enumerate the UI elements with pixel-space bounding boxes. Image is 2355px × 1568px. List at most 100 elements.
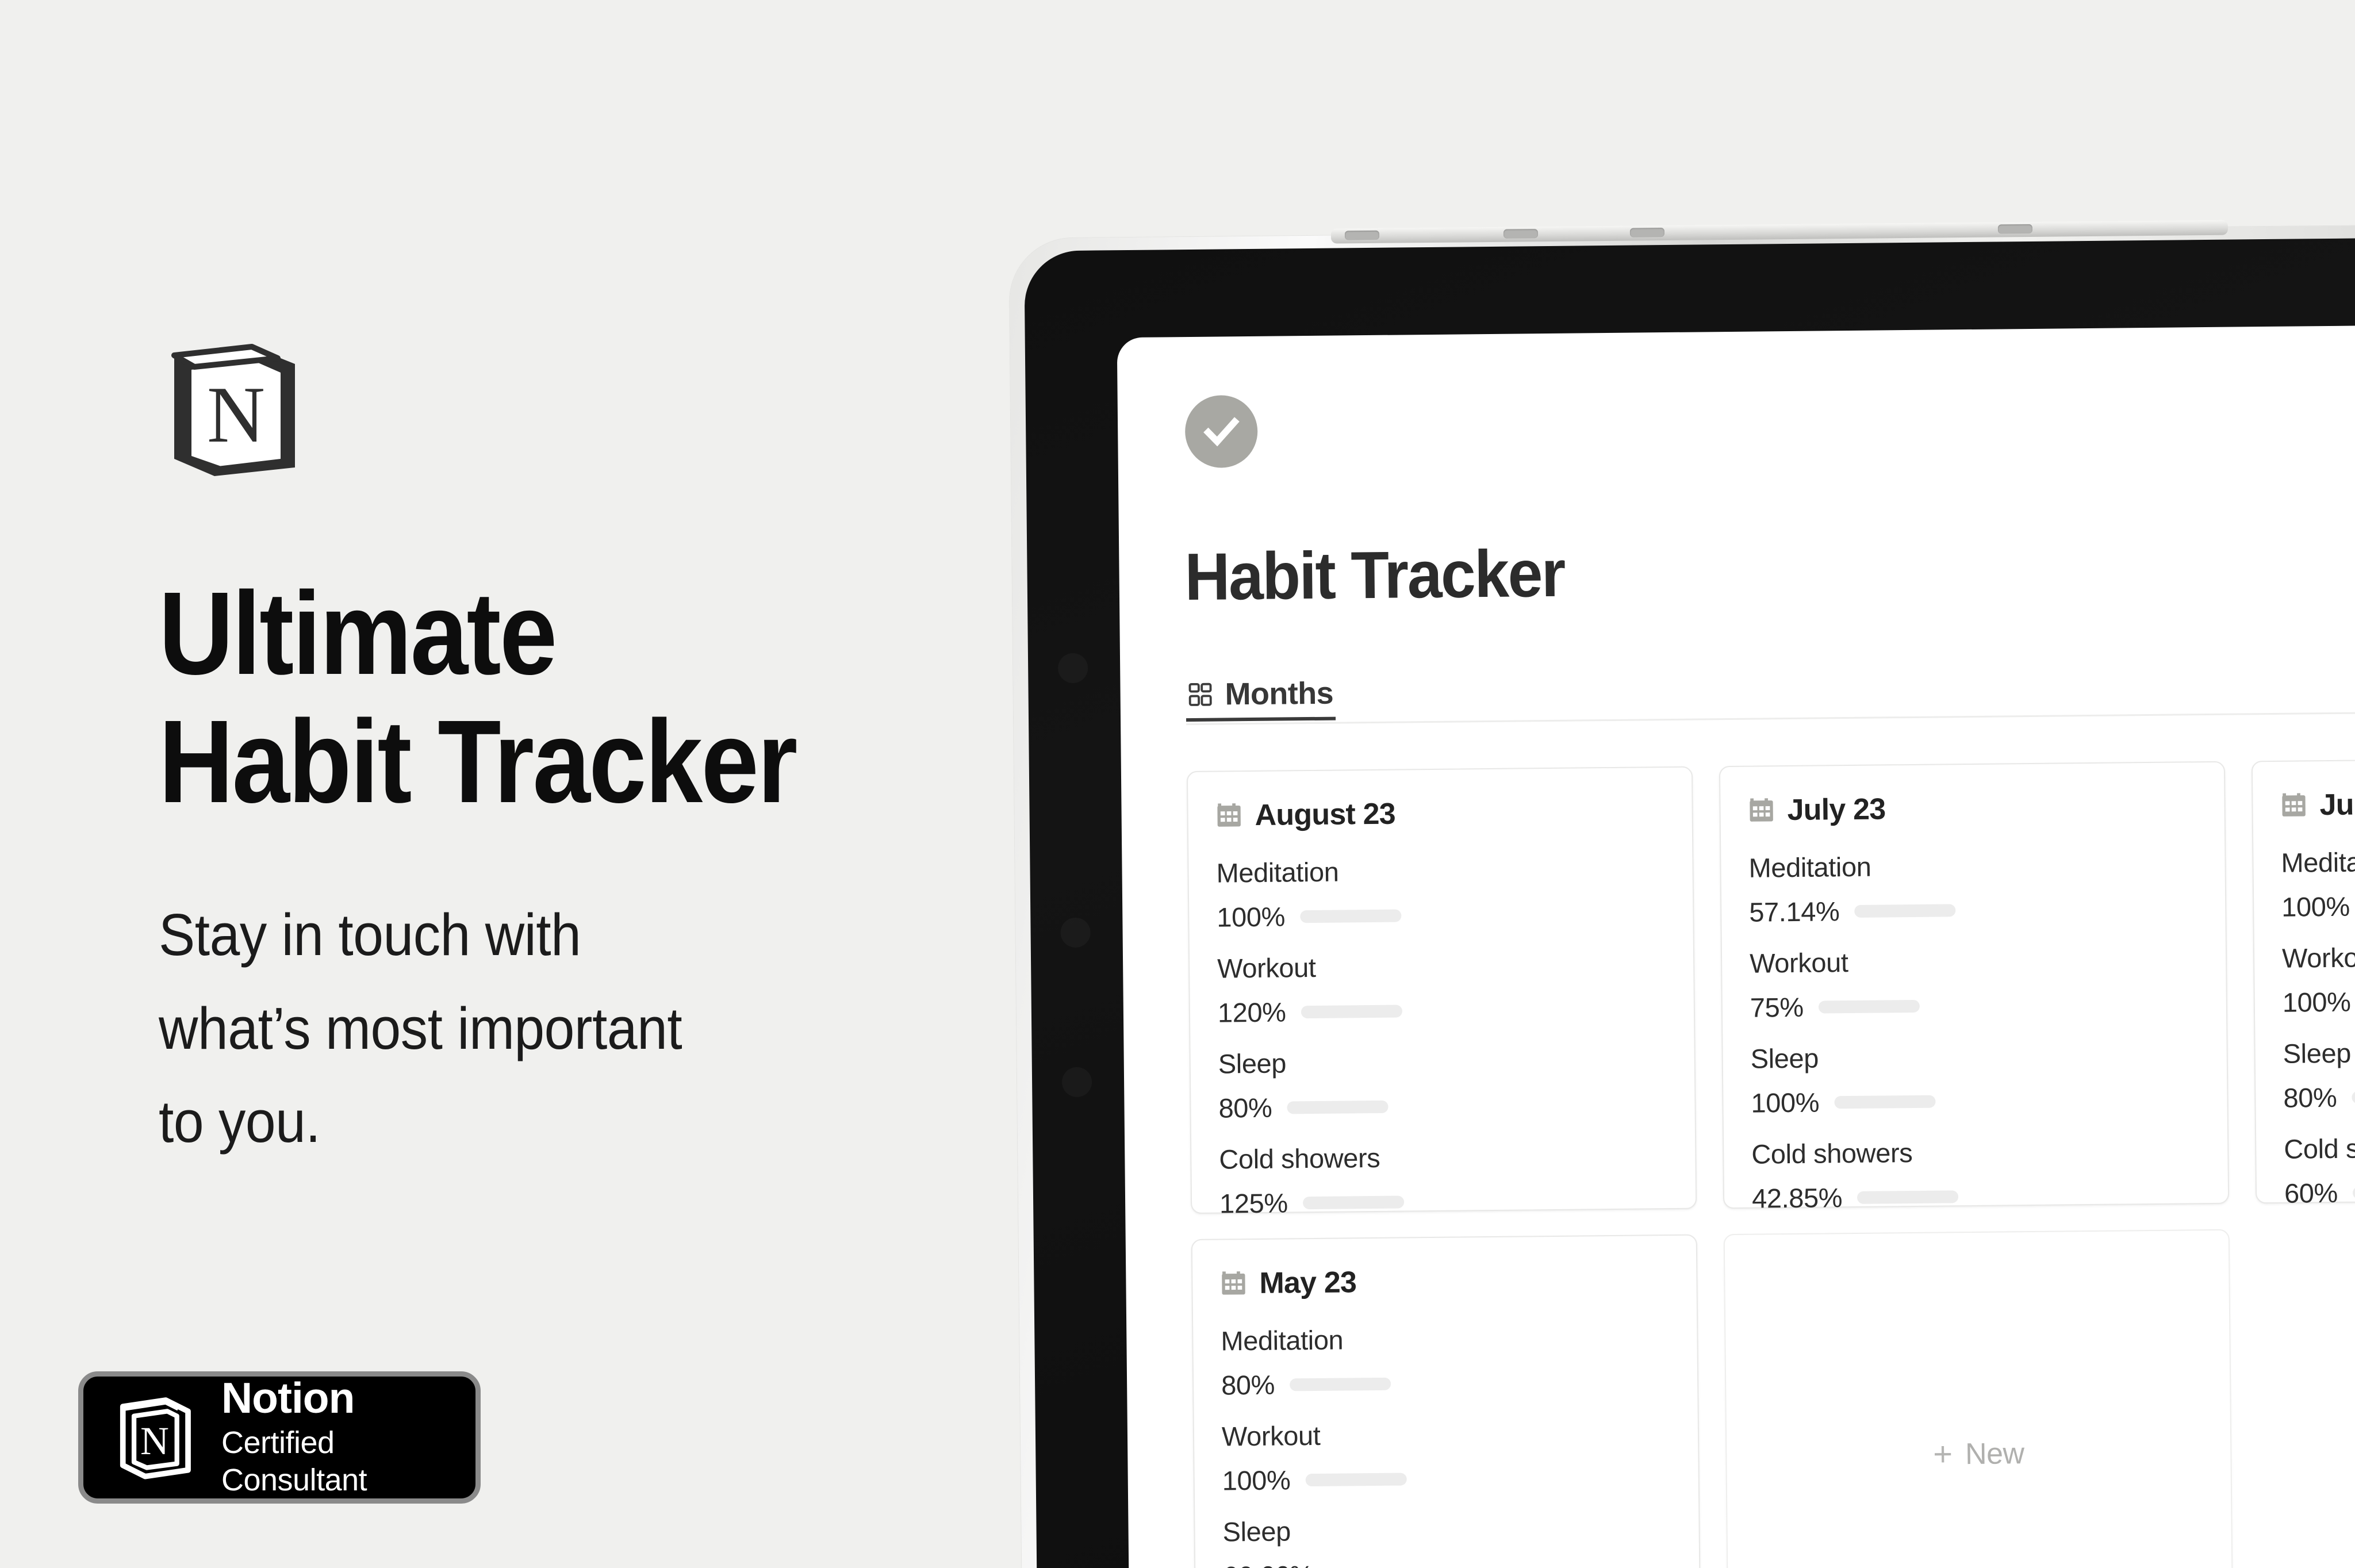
notion-certified-consultant-badge: N Notion Certified Consultant <box>78 1371 481 1504</box>
card-header: July 23 <box>1748 789 2197 827</box>
svg-text:N: N <box>140 1419 169 1463</box>
habit-progress-row: 80% <box>1221 1365 1670 1401</box>
habit-progress-bar <box>2352 1090 2355 1104</box>
habit-label: Cold showers <box>1219 1142 1380 1175</box>
tablet-top-button-3 <box>1629 228 1665 237</box>
habit-label: Workout <box>1749 947 1848 979</box>
tablet-bezel: Habit Tracker Months August 23 Meditatio… <box>1024 237 2355 1568</box>
month-card[interactable]: June 23 Meditation 100% Workout 100% Sleep 80%… <box>2251 756 2355 1209</box>
habit-progress-bar <box>1854 903 1956 918</box>
month-card[interactable]: July 23 Meditation 57.14% Workout 75% Sleep 10… <box>1719 761 2230 1214</box>
card-header: August 23 <box>1215 794 1664 833</box>
habit-progress-row: 100% <box>2281 887 2355 922</box>
habit-label: Meditation <box>2281 846 2355 878</box>
tablet-sensor-2 <box>1060 918 1090 948</box>
page-headline: Ultimate Habit Tracker <box>159 569 857 826</box>
svg-text:N: N <box>207 370 265 459</box>
habit-percent-value: 100% <box>2281 891 2350 922</box>
month-card[interactable]: May 23 Meditation 80% Workout 100% Sleep 66.66… <box>1191 1234 1702 1568</box>
tablet-device: Habit Tracker Months August 23 Meditatio… <box>1009 220 2355 1568</box>
habit-percent-value: 120% <box>1217 996 1286 1028</box>
tablet-camera-icon <box>1062 1067 1092 1097</box>
habit-progress-bar <box>1299 909 1402 923</box>
badge-title: Notion <box>221 1373 355 1422</box>
subhead-line-1: Stay in touch with <box>159 902 581 968</box>
habit-progress-row: 66.66% <box>1223 1556 1671 1568</box>
habit-label: Workout <box>1221 1420 1321 1452</box>
new-card-label: New <box>1965 1437 2024 1471</box>
habit-percent-value: 75% <box>1750 991 1804 1023</box>
habit-progress-bar <box>1818 999 1920 1014</box>
habit-progress-row: 100% <box>1217 897 1665 933</box>
page-title[interactable]: Habit Tracker <box>1184 535 1565 615</box>
calendar-icon <box>2280 792 2307 818</box>
habit-percent-value: 100% <box>1751 1087 1820 1118</box>
card-title: August 23 <box>1255 797 1396 832</box>
badge-subtitle: Certified Consultant <box>221 1425 367 1498</box>
habit-label: Sleep <box>1222 1516 1291 1547</box>
habit-progress-bar <box>1305 1472 1407 1486</box>
calendar-icon <box>1215 802 1242 829</box>
habit-progress-row: 42.85% <box>1752 1178 2200 1214</box>
month-card[interactable]: August 23 Meditation 100% Workout 120% Sleep 8… <box>1186 766 1697 1219</box>
habit-progress-bar <box>1857 1190 1959 1204</box>
habit-percent-value: 80% <box>1218 1092 1272 1124</box>
habit-label: Workout <box>1217 952 1316 984</box>
notion-logo-icon: N <box>114 1394 195 1481</box>
habit-percent-value: 100% <box>1222 1465 1291 1496</box>
badge-text-group: Notion Certified Consultant <box>221 1376 475 1499</box>
subhead-line-3: to you. <box>159 1088 321 1155</box>
subhead-line-2: what’s most important <box>159 995 682 1061</box>
habit-progress-row: 125% <box>1219 1183 1668 1219</box>
habit-label: Sleep <box>2283 1037 2352 1069</box>
habit-progress-row: 100% <box>2283 982 2355 1018</box>
habit-percent-value: 57.14% <box>1749 896 1840 927</box>
view-tab-bar: Months <box>1186 658 2355 726</box>
habit-label: Sleep <box>1218 1048 1287 1079</box>
tab-months[interactable]: Months <box>1186 669 1336 722</box>
tab-months-label: Months <box>1225 676 1334 711</box>
habit-progress-bar <box>1301 1005 1402 1018</box>
habit-percent-value: 100% <box>2282 986 2351 1018</box>
tablet-top-button-1 <box>1344 230 1380 240</box>
card-title: June 23 <box>2319 787 2355 822</box>
calendar-icon <box>1220 1270 1246 1297</box>
habit-progress-bar <box>1302 1195 1404 1209</box>
habit-percent-value: 80% <box>2283 1082 2337 1113</box>
habit-progress-bar <box>2352 1185 2355 1199</box>
habit-percent-value: 66.66% <box>1223 1559 1314 1568</box>
habit-label: Meditation <box>1748 851 1871 883</box>
new-card-button[interactable]: + New <box>1723 1229 2234 1568</box>
habit-percent-value: 100% <box>1217 901 1286 933</box>
habit-label: Sleep <box>1750 1042 1819 1074</box>
habit-progress-bar <box>1289 1377 1391 1391</box>
habit-progress-bar <box>1834 1095 1936 1109</box>
habit-label: Meditation <box>1221 1324 1344 1356</box>
tablet-top-button-4 <box>1997 224 2032 234</box>
habit-progress-row: 100% <box>1751 1083 2199 1118</box>
habit-progress-row: 57.14% <box>1749 892 2197 927</box>
card-header: May 23 <box>1220 1262 1669 1301</box>
card-header: June 23 <box>2280 784 2355 822</box>
tablet-sensor-1 <box>1058 653 1088 683</box>
card-title: May 23 <box>1259 1266 1357 1300</box>
habit-progress-row: 75% <box>1750 987 2199 1023</box>
grid-gallery-icon <box>1187 681 1213 707</box>
habit-progress-row: 80% <box>2283 1078 2355 1113</box>
habit-label: Cold showers <box>2284 1132 2355 1164</box>
habit-progress-row: 100% <box>1222 1460 1670 1496</box>
check-circle-icon[interactable] <box>1184 394 1258 469</box>
habit-progress-row: 80% <box>1218 1088 1667 1124</box>
marketing-panel: N Ultimate Habit Tracker Stay in touch w… <box>0 0 977 1568</box>
headline-line-1: Ultimate <box>159 568 557 699</box>
notion-logo-icon: N <box>160 338 309 482</box>
calendar-icon <box>1748 797 1774 823</box>
habit-progress-row: 60% <box>2284 1173 2355 1209</box>
tablet-top-button-2 <box>1503 229 1539 239</box>
card-title: July 23 <box>1787 792 1886 827</box>
plus-icon: + <box>1932 1435 1953 1473</box>
habit-percent-value: 125% <box>1219 1187 1288 1219</box>
tablet-screen: Habit Tracker Months August 23 Meditatio… <box>1117 325 2355 1568</box>
habit-label: Meditation <box>1216 856 1339 888</box>
page-subheadline: Stay in touch with what’s most important… <box>159 888 931 1169</box>
